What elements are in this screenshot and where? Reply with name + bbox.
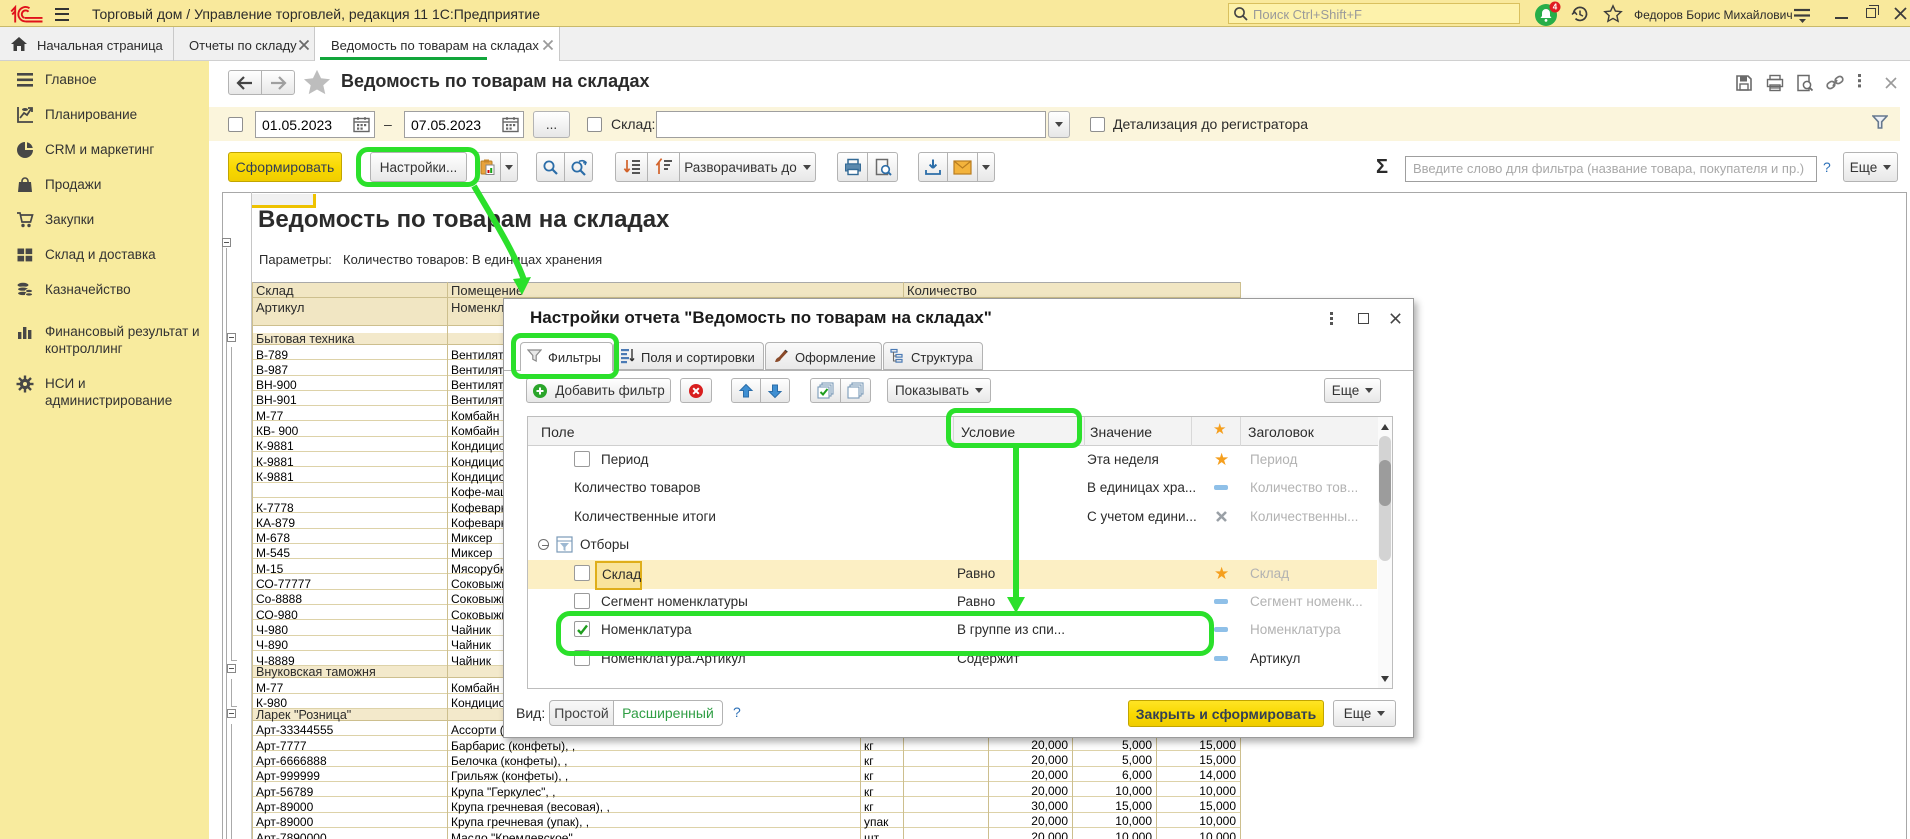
svg-text:4: 4 xyxy=(1553,3,1558,12)
